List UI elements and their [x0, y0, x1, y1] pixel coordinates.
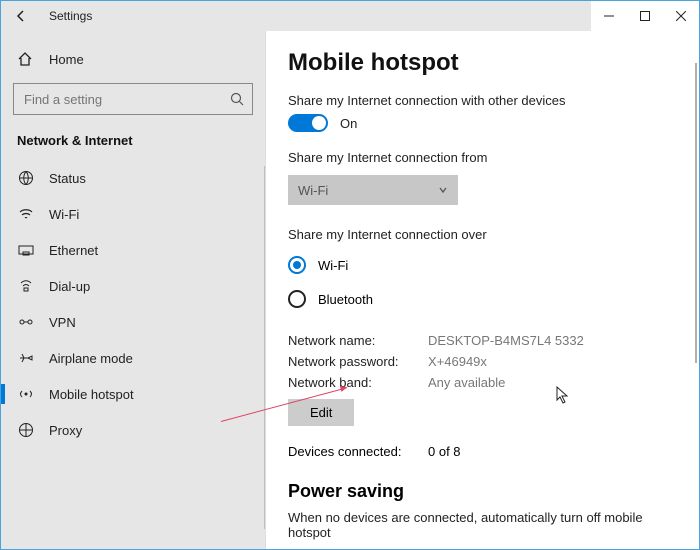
radio-bluetooth[interactable]: Bluetooth — [288, 282, 677, 316]
share-from-label: Share my Internet connection from — [288, 150, 677, 165]
sidebar-item-dialup[interactable]: Dial-up — [9, 268, 257, 304]
main-panel: Mobile hotspot Share my Internet connect… — [266, 31, 699, 549]
section-header: Network & Internet — [9, 129, 257, 160]
home-nav[interactable]: Home — [9, 45, 257, 73]
edit-button[interactable]: Edit — [288, 399, 354, 426]
network-password-key: Network password: — [288, 354, 428, 369]
share-toggle-state: On — [340, 116, 357, 131]
nav-list: Status Wi-Fi Ethernet Dial-up VPN Airpla… — [9, 160, 257, 448]
radio-circle-icon — [288, 290, 306, 308]
sidebar-item-label: Dial-up — [49, 279, 90, 294]
dialup-icon — [17, 278, 35, 294]
close-button[interactable] — [663, 1, 699, 31]
page-title: Mobile hotspot — [288, 49, 677, 77]
network-name-key: Network name: — [288, 333, 428, 348]
radio-wifi[interactable]: Wi-Fi — [288, 248, 677, 282]
search-icon — [230, 92, 244, 106]
window-title: Settings — [49, 9, 92, 23]
power-saving-heading: Power saving — [288, 481, 677, 502]
share-over-label: Share my Internet connection over — [288, 227, 677, 242]
radio-circle-icon — [288, 256, 306, 274]
chevron-down-icon — [438, 185, 448, 195]
ethernet-icon — [17, 242, 35, 258]
maximize-button[interactable] — [627, 1, 663, 31]
devices-connected-key: Devices connected: — [288, 444, 428, 459]
minimize-button[interactable] — [591, 1, 627, 31]
sidebar-item-wifi[interactable]: Wi-Fi — [9, 196, 257, 232]
radio-wifi-label: Wi-Fi — [318, 258, 348, 273]
hotspot-icon — [17, 386, 35, 402]
sidebar-item-label: Wi-Fi — [49, 207, 79, 222]
sidebar-item-label: Airplane mode — [49, 351, 133, 366]
sidebar-item-label: Proxy — [49, 423, 82, 438]
vpn-icon — [17, 314, 35, 330]
home-label: Home — [49, 52, 84, 67]
title-bar: Settings — [1, 1, 699, 31]
share-toggle-label: Share my Internet connection with other … — [288, 93, 677, 108]
sidebar-item-airplane[interactable]: Airplane mode — [9, 340, 257, 376]
airplane-icon — [17, 350, 35, 366]
wifi-icon — [17, 206, 35, 222]
home-icon — [17, 51, 35, 67]
network-password-value: X+46949x — [428, 354, 487, 369]
radio-bt-label: Bluetooth — [318, 292, 373, 307]
search-box[interactable] — [13, 83, 253, 115]
share-from-select[interactable]: Wi-Fi — [288, 175, 458, 205]
network-name-value: DESKTOP-B4MS7L4 5332 — [428, 333, 584, 348]
back-button[interactable] — [9, 4, 33, 28]
proxy-icon — [17, 422, 35, 438]
network-band-key: Network band: — [288, 375, 428, 390]
sidebar-item-label: Ethernet — [49, 243, 98, 258]
sidebar-item-label: VPN — [49, 315, 76, 330]
share-from-value: Wi-Fi — [298, 183, 328, 198]
sidebar-item-label: Mobile hotspot — [49, 387, 134, 402]
share-toggle[interactable] — [288, 114, 328, 132]
network-band-value: Any available — [428, 375, 505, 390]
sidebar-item-vpn[interactable]: VPN — [9, 304, 257, 340]
power-saving-text: When no devices are connected, automatic… — [288, 510, 677, 540]
sidebar-item-proxy[interactable]: Proxy — [9, 412, 257, 448]
sidebar: Home Network & Internet Status Wi-Fi Eth… — [1, 31, 266, 549]
sidebar-item-hotspot[interactable]: Mobile hotspot — [9, 376, 257, 412]
globe-icon — [17, 170, 35, 186]
devices-connected-value: 0 of 8 — [428, 444, 461, 459]
sidebar-item-ethernet[interactable]: Ethernet — [9, 232, 257, 268]
sidebar-item-status[interactable]: Status — [9, 160, 257, 196]
scrollbar[interactable] — [693, 31, 697, 549]
search-input[interactable] — [22, 91, 230, 108]
sidebar-item-label: Status — [49, 171, 86, 186]
